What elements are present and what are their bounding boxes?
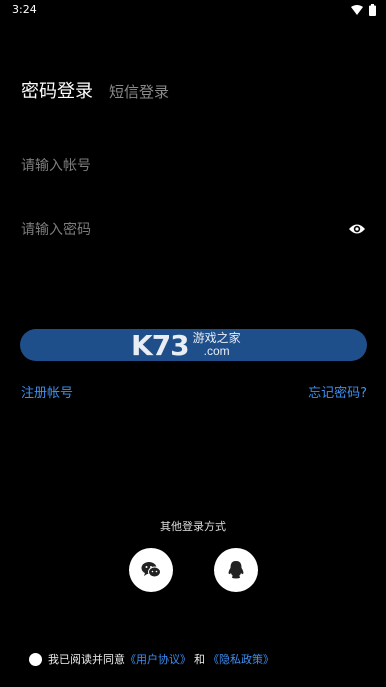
watermark-cn: 游戏之家 (192, 331, 241, 345)
tab-password-login[interactable]: 密码登录 (21, 77, 93, 103)
login-button[interactable]: K73 游戏之家 .com (20, 328, 367, 362)
watermark-domain: .com (203, 344, 230, 358)
login-tabs: 密码登录 短信登录 (21, 77, 169, 103)
password-field (21, 215, 366, 245)
watermark-side: 游戏之家 .com (193, 332, 241, 358)
status-bar: 3:24 (0, 0, 386, 22)
tab-sms-login[interactable]: 短信登录 (109, 81, 169, 102)
other-login-title: 其他登录方式 (160, 520, 226, 533)
eye-icon[interactable] (348, 222, 366, 236)
qq-icon (228, 561, 244, 579)
agreement-and: 和 (194, 653, 205, 666)
wifi-icon (351, 5, 363, 15)
wechat-icon (141, 562, 161, 578)
status-time: 3:24 (12, 3, 37, 16)
battery-icon (369, 4, 376, 16)
user-agreement-link[interactable]: 《用户协议》 (125, 651, 191, 667)
watermark-logo: K73 游戏之家 .com (131, 328, 241, 362)
forgot-password-link[interactable]: 忘记密码? (308, 382, 367, 401)
register-link[interactable]: 注册帐号 (21, 382, 73, 401)
agreement-row: 我已阅读并同意 《用户协议》 和 《隐私政策》 (29, 651, 274, 667)
qq-login-button[interactable] (214, 548, 258, 592)
privacy-policy-link[interactable]: 《隐私政策》 (208, 651, 274, 667)
account-input[interactable] (21, 158, 321, 174)
agree-checkbox[interactable] (29, 652, 42, 666)
watermark-text: K73 (131, 328, 190, 362)
agreement-prefix: 我已阅读并同意 (48, 653, 125, 666)
status-icons (351, 4, 376, 16)
account-field (21, 151, 366, 181)
password-input[interactable] (21, 222, 321, 238)
wechat-login-button[interactable] (129, 548, 173, 592)
